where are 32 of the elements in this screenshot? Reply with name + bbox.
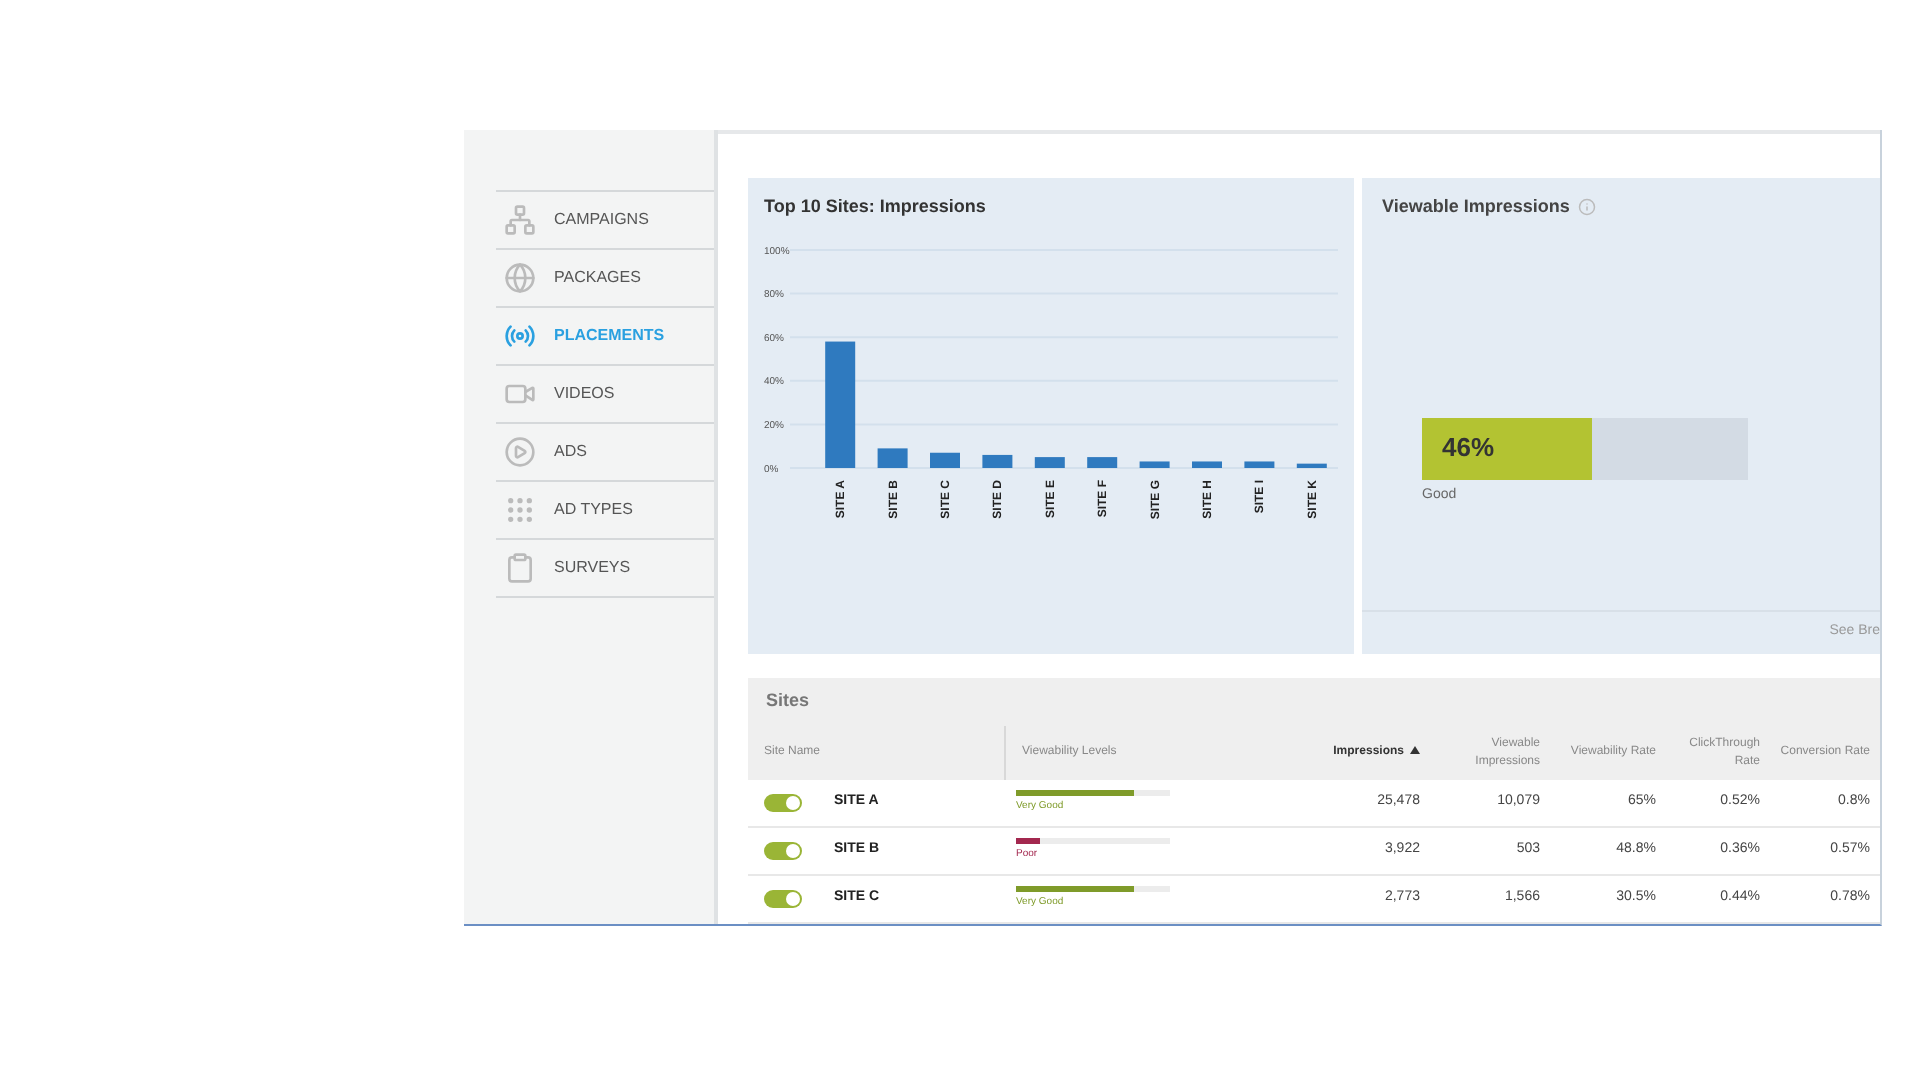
panel-title: Viewable Impressions xyxy=(1382,194,1570,220)
sidebar-item[interactable]: PLACEMENTS xyxy=(496,308,714,366)
sidebar-item[interactable]: CAMPAIGNS xyxy=(496,192,714,250)
sidebar-item[interactable]: PACKAGES xyxy=(496,250,714,308)
bar xyxy=(825,340,856,467)
panel-title: Top 10 Sites: Impressions xyxy=(764,194,988,220)
viewable-percent: 46% xyxy=(1442,430,1495,467)
bar xyxy=(930,451,960,467)
bar xyxy=(1087,456,1118,467)
bar xyxy=(1139,460,1170,467)
play-icon xyxy=(504,436,536,468)
bar xyxy=(877,447,908,467)
sidebar-item[interactable]: AD TYPES xyxy=(496,482,714,540)
bar xyxy=(1244,460,1275,467)
toggle-switch[interactable] xyxy=(764,842,802,860)
network-icon xyxy=(504,204,536,236)
sort-ascending-icon xyxy=(1410,746,1420,755)
table-title: Sites xyxy=(764,688,812,715)
bar xyxy=(1034,456,1065,467)
sidebar-item[interactable]: ADS xyxy=(496,424,714,482)
toggle-switch[interactable] xyxy=(764,890,802,908)
broadcast-icon xyxy=(504,320,536,352)
dots-grid-icon xyxy=(504,494,536,526)
sidebar-item[interactable]: VIDEOS xyxy=(496,366,714,424)
bar xyxy=(1296,462,1327,467)
sidebar-item[interactable]: SURVEYS xyxy=(496,540,714,598)
clipboard-icon xyxy=(504,552,536,584)
globe-icon xyxy=(504,262,536,294)
bar xyxy=(1192,460,1222,467)
bar xyxy=(982,453,1013,467)
info-icon xyxy=(1577,198,1596,217)
toggle-switch[interactable] xyxy=(764,794,802,812)
